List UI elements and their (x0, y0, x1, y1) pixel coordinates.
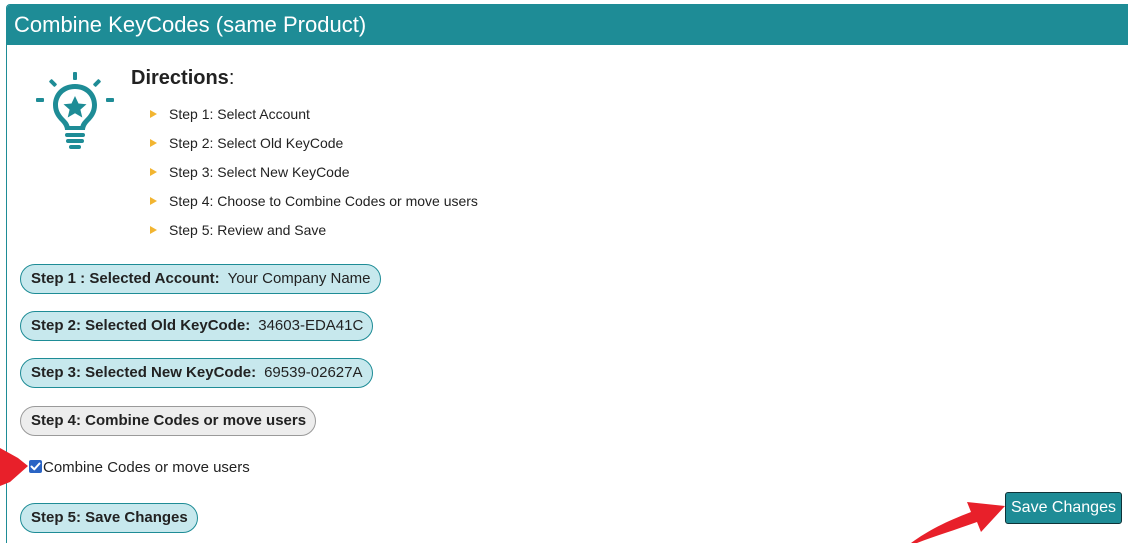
checkmark-icon (30, 462, 41, 471)
directions-item-label: Step 1: Select Account (169, 106, 310, 122)
save-changes-button[interactable]: Save Changes (1005, 492, 1122, 524)
combine-codes-checkbox[interactable] (29, 460, 42, 473)
triangle-bullet-icon (150, 197, 157, 206)
directions-item: Step 3: Select New KeyCode (150, 158, 478, 187)
step1-selected-account-pill[interactable]: Step 1 : Selected Account: Your Company N… (20, 264, 381, 294)
step2-value: 34603-EDA41C (258, 317, 364, 334)
panel-title: Combine KeyCodes (same Product) (14, 12, 367, 37)
triangle-bullet-icon (150, 110, 157, 119)
step4-combine-codes-pill[interactable]: Step 4: Combine Codes or move users (20, 406, 317, 436)
directions-title: Directions (131, 67, 229, 89)
triangle-bullet-icon (150, 226, 157, 235)
step1-label: Step 1 : Selected Account: (31, 270, 220, 287)
step2-label: Step 2: Selected Old KeyCode: (31, 317, 251, 334)
directions-item-label: Step 4: Choose to Combine Codes or move … (169, 193, 478, 209)
directions-item-label: Step 3: Select New KeyCode (169, 164, 350, 180)
directions-heading: Directions: (131, 66, 234, 90)
lightbulb-star-icon (36, 72, 114, 149)
step1-value: Your Company Name (227, 270, 371, 287)
panel-header: Combine KeyCodes (same Product) (7, 5, 1128, 45)
directions-list: Step 1: Select Account Step 2: Select Ol… (150, 100, 478, 245)
step5-save-changes-pill[interactable]: Step 5: Save Changes (20, 503, 198, 533)
triangle-bullet-icon (150, 168, 157, 177)
screenshot-stage: Combine KeyCodes (same Product) Directio… (0, 0, 1128, 543)
directions-item: Step 2: Select Old KeyCode (150, 129, 478, 158)
combine-codes-option[interactable]: Combine Codes or move users (29, 458, 250, 478)
directions-item: Step 4: Choose to Combine Codes or move … (150, 187, 478, 216)
step3-value: 69539-02627A (264, 364, 363, 381)
step5-label: Step 5: Save Changes (31, 509, 188, 526)
directions-item-label: Step 5: Review and Save (169, 222, 327, 238)
step3-selected-new-keycode-pill[interactable]: Step 3: Selected New KeyCode: 69539-02627… (20, 358, 373, 388)
directions-item-label: Step 2: Select Old KeyCode (169, 135, 344, 151)
combine-codes-label: Combine Codes or move users (43, 459, 250, 476)
directions-item: Step 1: Select Account (150, 100, 478, 129)
directions-title-suffix: : (228, 67, 235, 89)
annotation-arrow-icon (0, 448, 28, 486)
step4-label: Step 4: Combine Codes or move users (31, 412, 307, 429)
step2-selected-old-keycode-pill[interactable]: Step 2: Selected Old KeyCode: 34603-EDA41… (20, 311, 374, 341)
annotation-arrow-icon (911, 502, 1005, 543)
triangle-bullet-icon (150, 139, 157, 148)
step3-label: Step 3: Selected New KeyCode: (31, 364, 257, 381)
directions-item: Step 5: Review and Save (150, 216, 478, 245)
